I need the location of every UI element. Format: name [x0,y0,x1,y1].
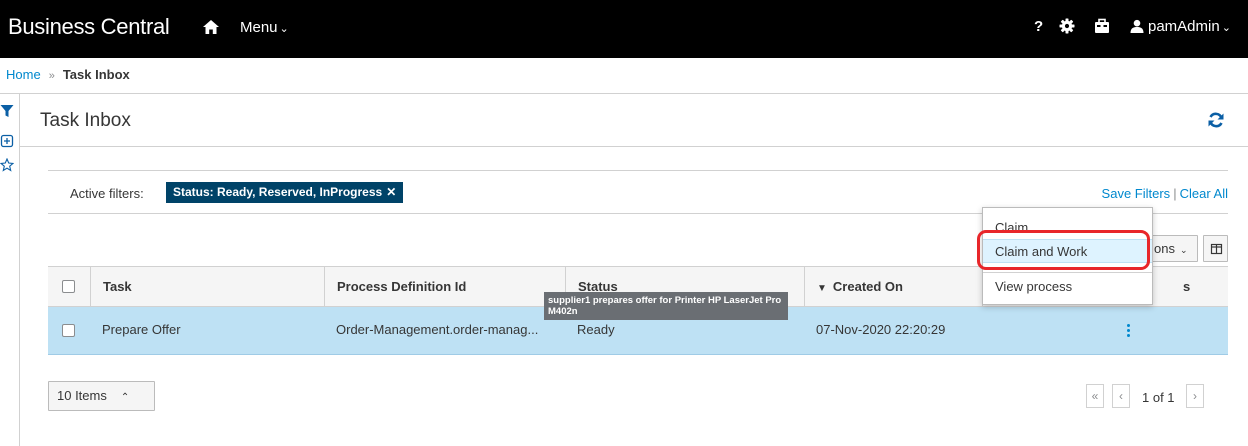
add-filter-icon[interactable] [0,134,14,148]
page-size-label: 10 Items [57,388,107,403]
bulk-actions-label: ons [1154,241,1175,256]
column-picker-button[interactable] [1203,235,1228,262]
active-filters-label: Active filters: [70,186,144,201]
link-separator: | [1173,186,1177,201]
refresh-icon[interactable] [1207,111,1225,129]
filter-links: Save Filters | Clear All [1102,186,1228,201]
divider [20,146,1248,147]
chevron-down-icon: ⌄ [279,23,289,35]
menu-item-view-process[interactable]: View process [983,275,1152,299]
chevron-up-icon: ⌃ [120,392,130,403]
filter-chip-label: Status: Ready, Reserved, InProgress [173,185,383,199]
user-name: pamAdmin [1148,18,1220,35]
select-all-checkbox[interactable] [62,280,75,293]
sort-desc-icon: ▼ [817,283,827,294]
star-icon[interactable] [0,158,14,172]
page-size-dropdown[interactable]: 10 Items ⌃ [48,381,155,411]
clear-all-link[interactable]: Clear All [1180,186,1228,201]
user-icon [1130,19,1144,33]
prev-page-button[interactable]: ‹ [1112,384,1130,408]
home-icon[interactable] [202,18,220,36]
page-title: Task Inbox [40,110,131,131]
page-indicator: 1 of 1 [1142,390,1175,405]
divider [0,93,1248,94]
top-navbar: Business Central Menu ⌄ ? pamAdmin ⌄ [0,0,1248,58]
row-actions-kebab-icon[interactable] [1125,324,1131,340]
user-menu[interactable]: pamAdmin ⌄ [1130,18,1231,35]
menu-item-claim[interactable]: Claim [983,216,1152,240]
divider [48,170,1228,171]
column-header-process-definition[interactable]: Process Definition Id [324,267,565,306]
column-header-created-on-label: Created On [832,279,903,294]
breadcrumb: Home » Task Inbox [6,67,130,82]
menu-item-claim-and-work[interactable]: Claim and Work [983,239,1152,263]
remove-filter-icon[interactable]: ✕ [386,185,396,199]
app-brand[interactable]: Business Central [8,14,170,40]
chevron-down-icon: ⌄ [1221,22,1231,34]
cell-process-definition: Order-Management.order-manag... [336,322,539,337]
menu-dropdown[interactable]: Menu ⌄ [240,19,289,36]
cell-created-on: 07-Nov-2020 22:20:29 [816,322,946,337]
breadcrumb-home-link[interactable]: Home [6,67,41,82]
filter-icon[interactable] [0,104,14,118]
cell-task: Prepare Offer [102,322,181,337]
next-page-button[interactable]: › [1186,384,1204,408]
left-rail [0,94,20,446]
briefcase-icon[interactable] [1094,18,1110,34]
help-icon[interactable]: ? [1034,18,1043,35]
gear-icon[interactable] [1059,18,1075,34]
row-checkbox[interactable] [62,324,75,337]
breadcrumb-separator: » [48,70,55,82]
column-header-task[interactable]: Task [90,267,324,306]
select-all-cell [48,267,90,306]
menu-label: Menu [240,19,278,36]
chevron-down-icon: ⌄ [1179,245,1188,255]
menu-divider [983,272,1152,273]
row-actions-menu: Claim Claim and Work View process [982,207,1153,305]
column-header-created-on[interactable]: ▼ Created On [804,267,982,306]
process-tooltip: supplier1 prepares offer for Printer HP … [544,292,788,320]
breadcrumb-current: Task Inbox [62,67,130,82]
first-page-button[interactable]: « [1086,384,1104,408]
filter-chip-status: Status: Ready, Reserved, InProgress ✕ [166,182,404,203]
save-filters-link[interactable]: Save Filters [1102,186,1171,201]
columns-icon [1210,243,1223,255]
